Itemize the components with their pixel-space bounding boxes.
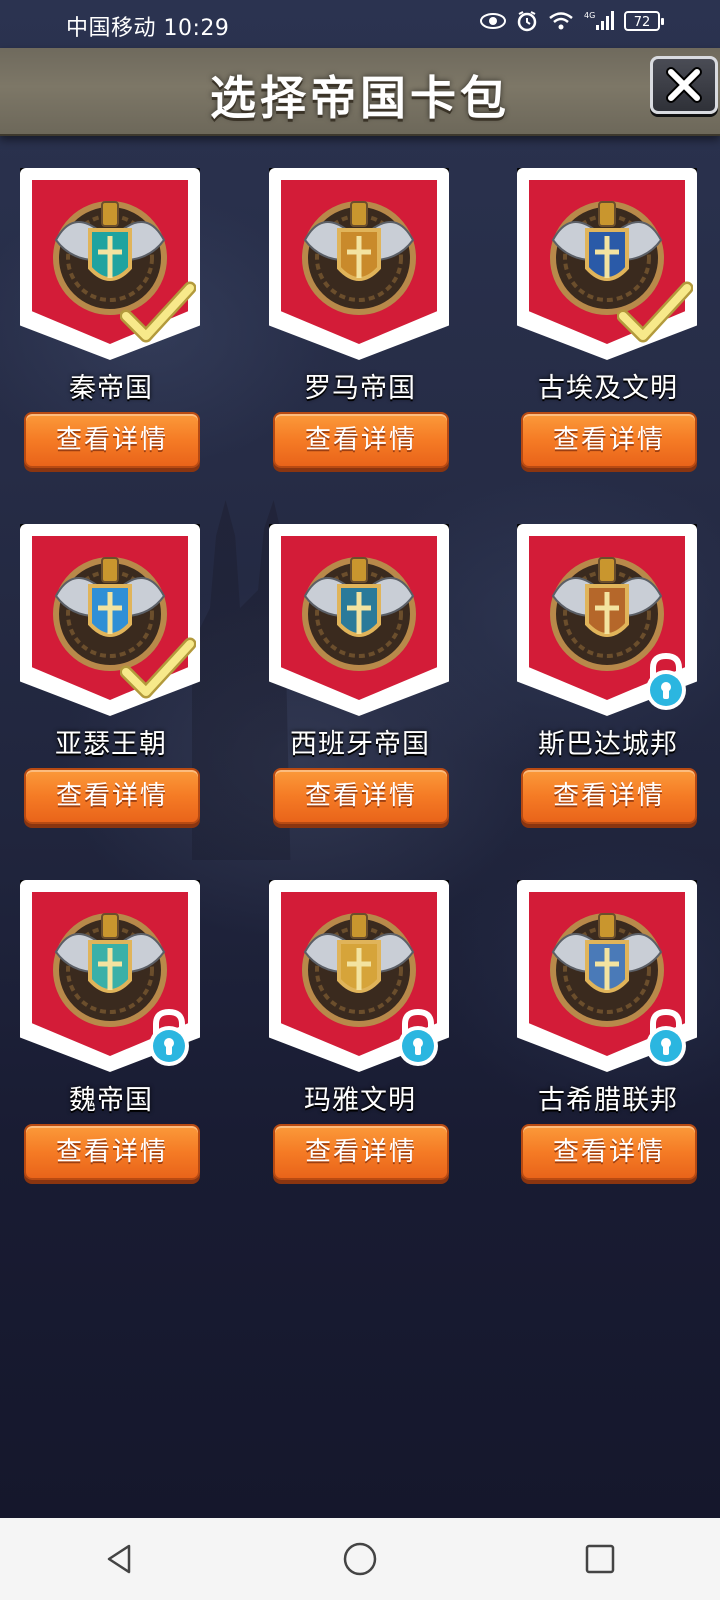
card-name: 魏帝国 [69, 1085, 153, 1116]
roman-helmet-emblem-icon [291, 190, 427, 322]
status-bar: 中国移动 10:29 4G 72 [0, 0, 720, 48]
card-name: 斯巴达城邦 [538, 729, 678, 760]
view-details-button[interactable]: 查看详情 [521, 412, 697, 468]
view-details-button[interactable]: 查看详情 [521, 768, 697, 824]
close-icon [666, 67, 702, 103]
card-name: 罗马帝国 [304, 373, 416, 404]
back-triangle-icon [107, 1544, 131, 1574]
view-details-button[interactable]: 查看详情 [273, 412, 449, 468]
view-details-button[interactable]: 查看详情 [24, 1124, 200, 1180]
check-icon [119, 636, 197, 702]
recents-square-icon [585, 1544, 615, 1574]
view-details-button[interactable]: 查看详情 [24, 768, 200, 824]
check-icon [616, 280, 694, 346]
eye-icon [480, 13, 506, 29]
nav-home-button[interactable] [330, 1529, 390, 1589]
status-icons: 4G 72 [480, 10, 664, 32]
wifi-icon [549, 12, 573, 30]
card-name: 古希腊联邦 [538, 1085, 678, 1116]
home-circle-icon [343, 1542, 377, 1576]
view-details-button[interactable]: 查看详情 [273, 1124, 449, 1180]
nav-back-button[interactable] [90, 1529, 150, 1589]
card-name: 玛雅文明 [304, 1085, 416, 1116]
system-nav-bar [0, 1518, 720, 1600]
alarm-icon [517, 11, 537, 32]
carrier-time: 中国移动 10:29 [66, 16, 230, 41]
crowned-cross-shield-emblem-icon [291, 546, 427, 678]
card-name: 亚瑟王朝 [55, 729, 167, 760]
lock-icon [641, 1008, 691, 1068]
lock-icon [641, 652, 691, 712]
view-details-button[interactable]: 查看详情 [24, 412, 200, 468]
page-title: 选择帝国卡包 [210, 71, 510, 125]
svg-text:4G: 4G [584, 11, 595, 20]
lock-icon [393, 1008, 443, 1068]
card-name: 秦帝国 [69, 373, 153, 404]
card-name: 西班牙帝国 [290, 729, 430, 760]
view-details-button[interactable]: 查看详情 [273, 768, 449, 824]
header-bar: 选择帝国卡包 [0, 48, 720, 136]
check-icon [119, 280, 197, 346]
view-details-button[interactable]: 查看详情 [521, 1124, 697, 1180]
4g-signal-icon: 4G [584, 11, 614, 30]
lock-icon [144, 1008, 194, 1068]
nav-recents-button[interactable] [570, 1529, 630, 1589]
close-button[interactable] [650, 56, 718, 114]
card-name: 古埃及文明 [538, 373, 678, 404]
battery-icon: 72 [624, 11, 664, 31]
